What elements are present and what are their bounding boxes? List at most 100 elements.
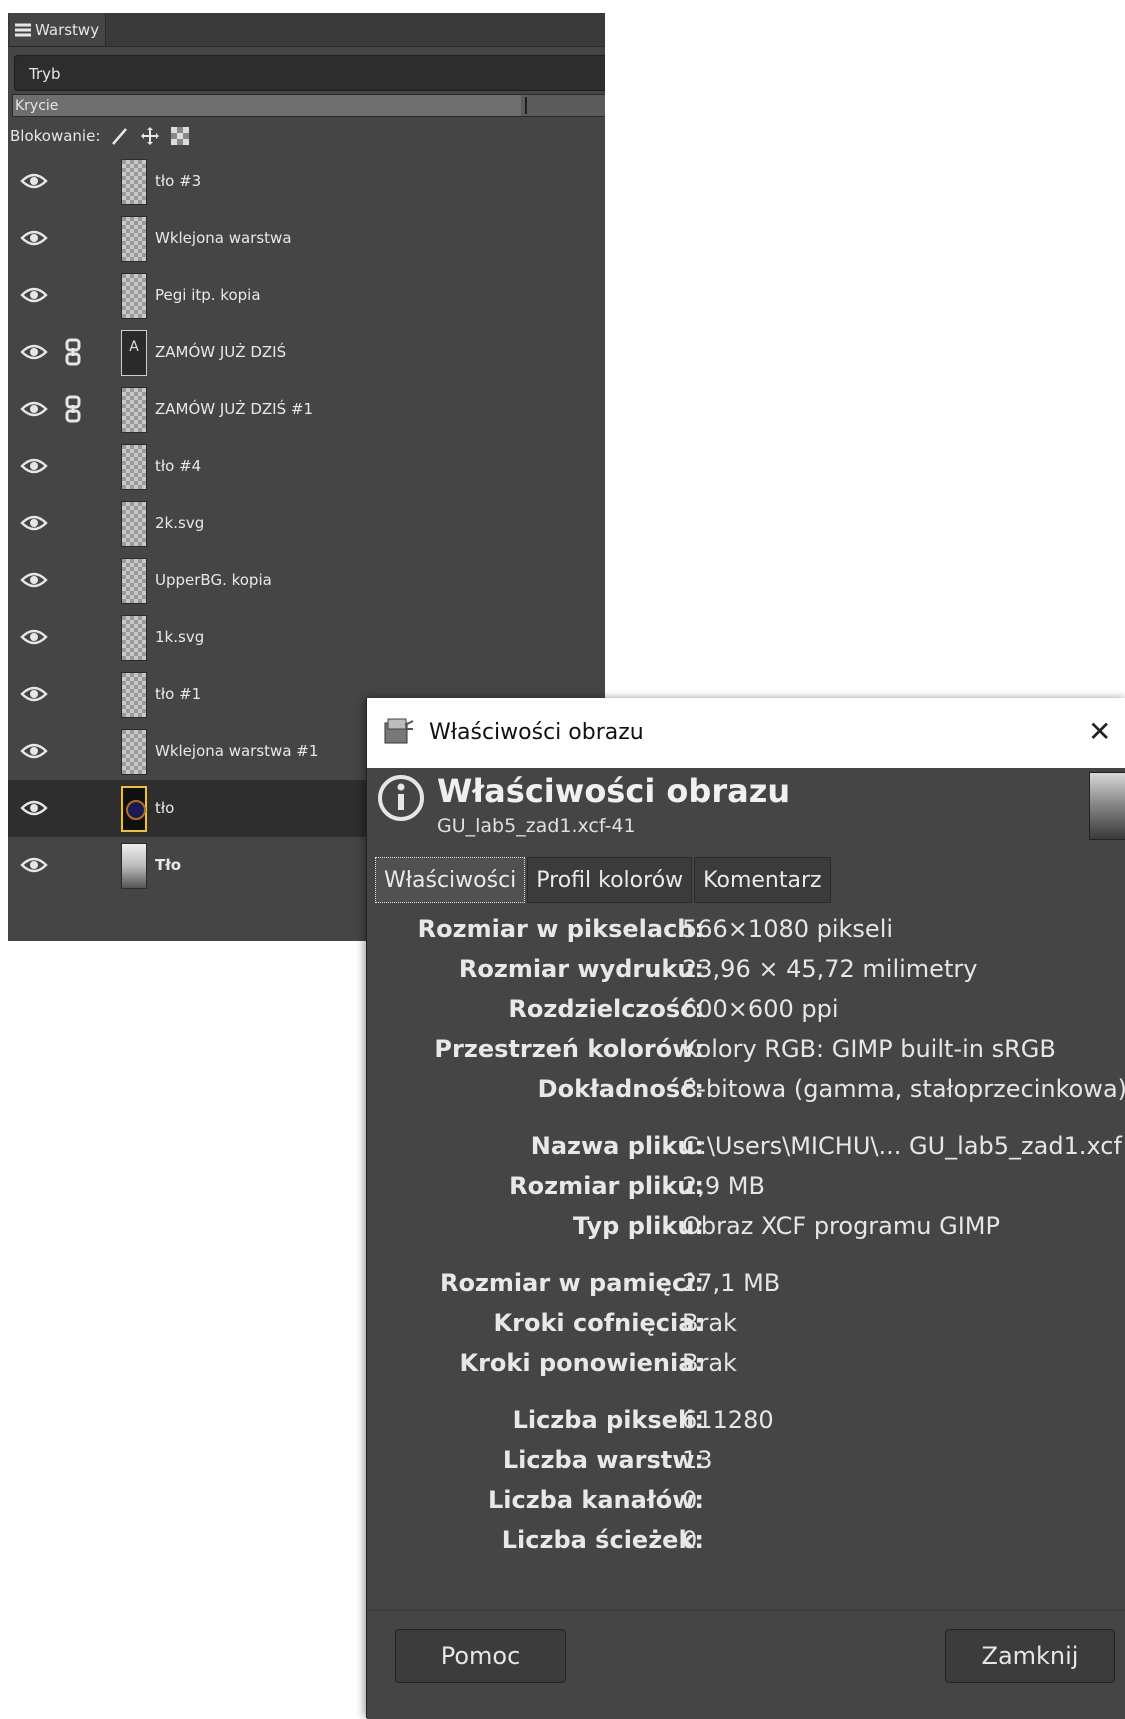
dialog-heading: Właściwości obrazu — [437, 772, 791, 810]
layer-thumbnail — [121, 786, 147, 832]
property-value: Brak — [682, 1349, 737, 1377]
layer-thumbnail — [121, 159, 147, 205]
visibility-eye-icon[interactable] — [20, 285, 48, 309]
layer-thumbnail — [121, 558, 147, 604]
property-value: 566×1080 pikseli — [682, 915, 894, 943]
property-row: Dokładność: 8-bitowa (gamma, stałoprzecin… — [367, 1071, 1125, 1107]
property-row: Rozmiar wydruku: 23,96 × 45,72 milimetry — [367, 951, 1125, 987]
layer-thumbnail — [121, 729, 147, 775]
help-button[interactable]: Pomoc — [395, 1629, 566, 1683]
property-value: 0 — [682, 1486, 698, 1514]
info-icon — [378, 775, 424, 821]
property-row: Kroki cofnięcia: Brak — [367, 1305, 1125, 1341]
property-value: Obraz XCF programu GIMP — [682, 1212, 1000, 1240]
layer-row[interactable]: 2k.svg — [8, 495, 605, 552]
layer-thumbnail — [121, 615, 147, 661]
lock-row: Blokowanie: — [8, 121, 605, 151]
dialog-window-title: Właściwości obrazu — [429, 720, 644, 745]
layer-thumbnail — [121, 501, 147, 547]
visibility-eye-icon[interactable] — [20, 627, 48, 651]
lock-position-move-icon[interactable] — [140, 126, 160, 146]
layer-row[interactable]: A ZAMÓW JUŻ DZIŚ — [8, 324, 605, 381]
property-value: 2,9 MB — [682, 1172, 765, 1200]
tab-color-profile[interactable]: Profil kolorów — [527, 857, 693, 903]
layers-tabbar: Warstwy — [8, 13, 605, 47]
chain-link-icon[interactable] — [65, 395, 81, 427]
opacity-slider[interactable]: Krycie — [12, 94, 605, 117]
property-row: Rozmiar w pamięci: 27,1 MB — [367, 1265, 1125, 1301]
visibility-eye-icon[interactable] — [20, 171, 48, 195]
visibility-eye-icon[interactable] — [20, 456, 48, 480]
layer-row[interactable]: tło #3 — [8, 153, 605, 210]
layer-thumbnail: A — [121, 330, 147, 376]
visibility-eye-icon[interactable] — [20, 570, 48, 594]
property-key: Liczba pikseli: — [512, 1406, 704, 1434]
property-row: Liczba ścieżek: 0 — [367, 1522, 1125, 1558]
close-icon[interactable]: ✕ — [1088, 716, 1111, 748]
property-key: Rozmiar w pikselach: — [417, 915, 704, 943]
visibility-eye-icon[interactable] — [20, 684, 48, 708]
layer-name: 2k.svg — [155, 514, 205, 532]
property-value: 600×600 ppi — [682, 995, 839, 1023]
layer-row[interactable]: Pegi itp. kopia — [8, 267, 605, 324]
layer-thumbnail — [121, 672, 147, 718]
property-row: Przestrzeń kolorów: Kolory RGB: GIMP buil… — [367, 1031, 1125, 1067]
opacity-handle[interactable] — [525, 97, 527, 114]
layer-row[interactable]: UpperBG. kopia — [8, 552, 605, 609]
visibility-eye-icon[interactable] — [20, 342, 48, 366]
property-row: Liczba warstw: 13 — [367, 1442, 1125, 1478]
close-button[interactable]: Zamknij — [945, 1629, 1115, 1683]
text-layer-icon: A — [129, 339, 139, 355]
tab-comment[interactable]: Komentarz — [694, 857, 831, 903]
opacity-label: Krycie — [15, 98, 59, 114]
layer-name: ZAMÓW JUŻ DZIŚ #1 — [155, 400, 313, 418]
property-key: Kroki cofnięcia: — [493, 1309, 704, 1337]
tab-properties[interactable]: Właściwości — [375, 857, 526, 903]
layer-name: Wklejona warstwa #1 — [155, 742, 319, 760]
property-key: Dokładność: — [537, 1075, 704, 1103]
property-row: Rozdzielczość: 600×600 ppi — [367, 991, 1125, 1027]
visibility-eye-icon[interactable] — [20, 855, 48, 879]
layer-row[interactable]: tło #4 — [8, 438, 605, 495]
layer-name: Tło — [155, 856, 182, 874]
lock-alpha-checker-icon[interactable] — [170, 126, 190, 146]
properties-pane: Rozmiar w pikselach: 566×1080 pikseli Rozm… — [367, 903, 1125, 1603]
layer-row[interactable]: 1k.svg — [8, 609, 605, 666]
layer-name: tło #4 — [155, 457, 202, 475]
layer-thumbnail — [121, 273, 147, 319]
property-value: Brak — [682, 1309, 737, 1337]
property-key: Liczba kanałów: — [487, 1486, 704, 1514]
lock-label: Blokowanie: — [10, 127, 101, 145]
property-value: 611280 — [682, 1406, 774, 1434]
dialog-titlebar: Właściwości obrazu ✕ — [367, 698, 1125, 768]
gimp-app-icon — [384, 718, 414, 744]
layers-icon — [15, 23, 31, 36]
dialog-tabs: Właściwości Profil kolorów Komentarz — [375, 857, 833, 903]
layer-thumbnail — [121, 216, 147, 262]
image-properties-dialog: Właściwości obrazu ✕ Właściwości obrazu … — [366, 698, 1125, 1719]
mode-label: Tryb — [29, 65, 61, 83]
layers-tab[interactable]: Warstwy — [10, 13, 106, 46]
property-row: Nazwa pliku: C:\Users\MICHU\... GU_lab5_z… — [367, 1128, 1125, 1164]
property-value: C:\Users\MICHU\... GU_lab5_zad1.xcf — [682, 1132, 1122, 1160]
layer-name: 1k.svg — [155, 628, 205, 646]
property-key: Rozmiar wydruku: — [458, 955, 704, 983]
visibility-eye-icon[interactable] — [20, 399, 48, 423]
property-value: Kolory RGB: GIMP built-in sRGB — [682, 1035, 1056, 1063]
dialog-file-subheading: GU_lab5_zad1.xcf-41 — [437, 815, 636, 837]
image-preview-thumbnail — [1089, 772, 1125, 840]
visibility-eye-icon[interactable] — [20, 513, 48, 537]
layer-name: tło #1 — [155, 685, 202, 703]
visibility-eye-icon[interactable] — [20, 798, 48, 822]
property-row: Rozmiar pliku: 2,9 MB — [367, 1168, 1125, 1204]
mode-select[interactable]: Tryb — [14, 55, 605, 91]
property-key: Rozmiar w pamięci: — [439, 1269, 704, 1297]
lock-pixels-brush-icon[interactable] — [110, 126, 130, 146]
property-value: 27,1 MB — [682, 1269, 781, 1297]
visibility-eye-icon[interactable] — [20, 228, 48, 252]
property-key: Przestrzeń kolorów: — [434, 1035, 704, 1063]
layer-row[interactable]: ZAMÓW JUŻ DZIŚ #1 — [8, 381, 605, 438]
layer-row[interactable]: Wklejona warstwa — [8, 210, 605, 267]
visibility-eye-icon[interactable] — [20, 741, 48, 765]
chain-link-icon[interactable] — [65, 338, 81, 370]
